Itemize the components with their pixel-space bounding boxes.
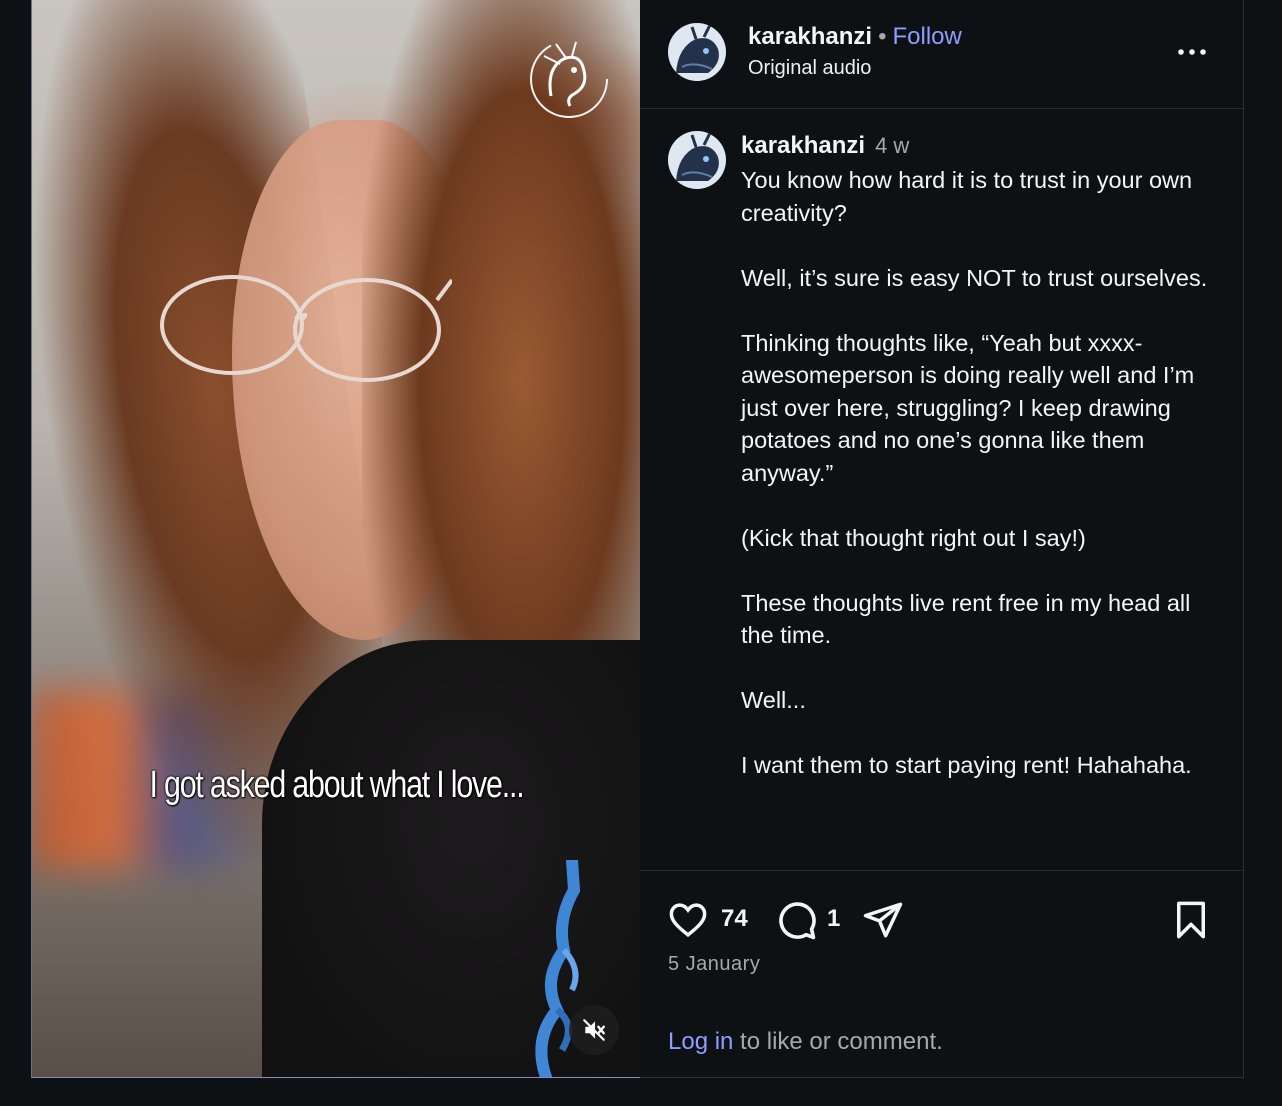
action-bar: 74 1 5 January Log in to like or comment… xyxy=(640,871,1243,1076)
video-player[interactable]: I got asked about what I love... xyxy=(31,0,640,1078)
caption-timestamp[interactable]: 4 w xyxy=(875,133,909,158)
heart-icon[interactable] xyxy=(666,899,710,941)
login-link[interactable]: Log in xyxy=(668,1028,733,1055)
caption-section: karakhanzi 4 w You know how hard it is to… xyxy=(640,109,1243,871)
caption-username[interactable]: karakhanzi xyxy=(741,132,865,159)
comment-icon[interactable] xyxy=(774,898,818,942)
audio-link[interactable]: Original audio xyxy=(748,57,871,80)
login-prompt: Log in to like or comment. xyxy=(668,1028,943,1056)
post-date[interactable]: 5 January xyxy=(668,953,760,976)
caption-header: karakhanzi 4 w xyxy=(741,132,909,160)
dragon-logo-icon xyxy=(530,40,608,118)
like-count[interactable]: 74 xyxy=(721,905,748,933)
share-icon[interactable] xyxy=(861,899,905,941)
post-side-panel: karakhanzi • Follow Original audio karak… xyxy=(640,0,1244,1078)
header-user-line: karakhanzi • Follow xyxy=(748,23,962,51)
post-container: I got asked about what I love... karakha… xyxy=(31,0,1244,1078)
avatar[interactable] xyxy=(668,131,726,189)
caption-text: You know how hard it is to trust in your… xyxy=(741,167,1208,778)
bookmark-icon[interactable] xyxy=(1170,899,1212,941)
dragon-avatar-icon xyxy=(668,23,726,81)
more-options-icon[interactable] xyxy=(1175,38,1209,66)
post-header: karakhanzi • Follow Original audio xyxy=(640,0,1243,109)
follow-button[interactable]: Follow xyxy=(892,23,961,50)
video-frame-glasses xyxy=(160,275,452,382)
mute-button[interactable] xyxy=(569,1005,619,1055)
username-link[interactable]: karakhanzi xyxy=(748,23,872,50)
video-caption-overlay: I got asked about what I love... xyxy=(149,764,525,806)
dragon-avatar-icon xyxy=(668,131,726,189)
comment-count[interactable]: 1 xyxy=(827,905,840,933)
login-prompt-text: to like or comment. xyxy=(733,1028,943,1055)
speaker-muted-icon xyxy=(583,1019,605,1041)
separator-dot: • xyxy=(878,23,887,50)
avatar[interactable] xyxy=(668,23,726,81)
